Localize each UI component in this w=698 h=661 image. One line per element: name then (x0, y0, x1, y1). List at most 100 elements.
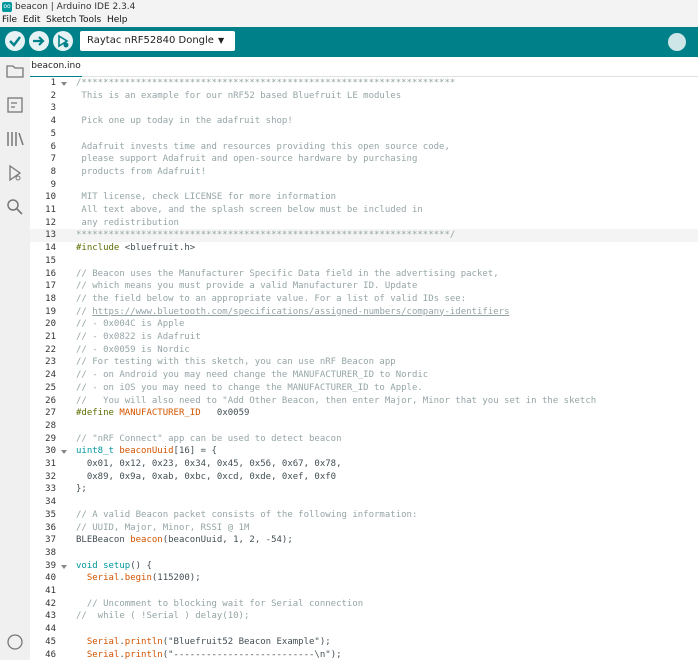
code-line[interactable]: 13**************************************… (30, 229, 698, 242)
code-token: // Beacon uses the Manufacturer Specific… (76, 269, 499, 279)
code-line[interactable]: 46 Serial.println("---------------------… (30, 649, 698, 661)
sketchbook-folder-icon[interactable] (5, 61, 25, 81)
code-token: // For testing with this sketch, you can… (76, 357, 396, 367)
upload-button[interactable] (29, 31, 49, 51)
code-line[interactable]: 35// A valid Beacon packet consists of t… (30, 509, 698, 522)
code-line[interactable]: 34 (30, 496, 698, 509)
code-line[interactable]: 4 Pick one up today in the adafruit shop… (30, 115, 698, 128)
code-line[interactable]: 16// Beacon uses the Manufacturer Specif… (30, 268, 698, 281)
code-line[interactable]: 25// - on iOS you may need to change the… (30, 382, 698, 395)
code-token: // - 0x0822 is Adafruit (76, 332, 201, 342)
code-line[interactable]: 40 Serial.begin(115200); (30, 572, 698, 585)
code-line[interactable]: 22// - 0x0059 is Nordic (30, 344, 698, 357)
code-line[interactable]: 20// - 0x004C is Apple (30, 318, 698, 331)
code-line[interactable]: 27#define MANUFACTURER_ID 0x0059 (30, 407, 698, 420)
code-token (76, 637, 87, 647)
code-text: // https://www.bluetooth.com/specificati… (76, 306, 510, 319)
code-token: // - on Android you may need change the … (76, 370, 428, 380)
serial-monitor-button[interactable] (668, 33, 686, 51)
code-text: uint8_t beaconUuid[16] = { (76, 445, 217, 458)
code-line[interactable]: 43// while ( !Serial ) delay(10); (30, 610, 698, 623)
code-line[interactable]: 38 (30, 547, 698, 560)
code-line[interactable]: 23 // For testing with this sketch, you c… (30, 356, 698, 369)
code-token[interactable]: https://www.bluetooth.com/specifications… (92, 307, 509, 317)
code-text: // - 0x0059 is Nordic (76, 344, 190, 357)
fold-chevron-icon[interactable] (61, 82, 67, 86)
code-line[interactable]: 28 (30, 420, 698, 433)
code-line[interactable]: 36// UUID, Major, Minor, RSSI @ 1M (30, 522, 698, 535)
code-line[interactable]: 21 // - 0x0822 is Adafruit (30, 331, 698, 344)
code-line[interactable]: 18// the field below to an appropriate v… (30, 293, 698, 306)
code-token: () { (130, 561, 152, 571)
editor-tab-bar: beacon.ino (30, 57, 698, 77)
code-line[interactable]: 1/**************************************… (30, 77, 698, 90)
code-line[interactable]: 42 // Uncomment to blocking wait for Ser… (30, 598, 698, 611)
tab-beacon-ino[interactable]: beacon.ino (30, 57, 82, 78)
code-line[interactable]: 39void setup() { (30, 560, 698, 573)
code-token: All text above, and the splash screen be… (76, 205, 423, 215)
menu-edit[interactable]: Edit (23, 14, 40, 27)
menu-file[interactable]: File (2, 14, 17, 27)
code-line[interactable]: 44 (30, 623, 698, 636)
code-line[interactable]: 12 any redistribution (30, 217, 698, 230)
code-line[interactable]: 14#include <bluefruit.h> (30, 242, 698, 255)
code-line[interactable]: 7 please support Adafruit and open-sourc… (30, 153, 698, 166)
code-text: #include <bluefruit.h> (76, 242, 195, 255)
code-line[interactable]: 2 This is an example for our nRF52 based… (30, 90, 698, 103)
code-editor[interactable]: 1/**************************************… (30, 77, 698, 660)
code-line[interactable]: 41 (30, 585, 698, 598)
line-number: 23 (30, 356, 56, 369)
code-token: setup (103, 561, 130, 571)
code-line[interactable]: 9 (30, 179, 698, 192)
account-icon[interactable] (5, 632, 25, 652)
code-line[interactable]: 5 (30, 128, 698, 141)
code-line[interactable]: 17// which means you must provide a vali… (30, 280, 698, 293)
code-token: println (125, 637, 163, 647)
debug-button[interactable] (53, 31, 73, 51)
line-number: 43 (30, 610, 56, 623)
line-number: 4 (30, 115, 56, 128)
code-line[interactable]: 45 Serial.println("Bluefruit52 Beacon Ex… (30, 636, 698, 649)
menu-tools[interactable]: Tools (79, 14, 101, 27)
code-line[interactable]: 11 All text above, and the splash screen… (30, 204, 698, 217)
code-line[interactable]: 32 0x89, 0x9a, 0xab, 0xbc, 0xcd, 0xde, 0… (30, 471, 698, 484)
library-manager-icon[interactable] (5, 129, 25, 149)
verify-button[interactable] (5, 31, 25, 51)
code-line[interactable]: 26// You will also need to "Add Other Be… (30, 395, 698, 408)
window-title: beacon | Arduino IDE 2.3.4 (15, 0, 135, 14)
fold-chevron-icon[interactable] (61, 450, 67, 454)
menu-help[interactable]: Help (107, 14, 128, 27)
code-line[interactable]: 31 0x01, 0x12, 0x23, 0x34, 0x45, 0x56, 0… (30, 458, 698, 471)
code-line[interactable]: 33}; (30, 483, 698, 496)
code-line[interactable]: 3 (30, 102, 698, 115)
line-number: 5 (30, 128, 56, 141)
debug-sidebar-icon[interactable] (5, 163, 25, 183)
code-line[interactable]: 6 Adafruit invests time and resources pr… (30, 141, 698, 154)
line-number: 37 (30, 534, 56, 547)
line-number: 1 (30, 77, 56, 90)
board-selector[interactable]: Raytac nRF52840 Dongle ▼ (80, 31, 235, 51)
code-line[interactable]: 24// - on Android you may need change th… (30, 369, 698, 382)
code-token: uint8_t (76, 446, 119, 456)
code-line[interactable]: 15 (30, 255, 698, 268)
code-line[interactable]: 30uint8_t beaconUuid[16] = { (30, 445, 698, 458)
menu-sketch[interactable]: Sketch (46, 14, 76, 27)
code-line[interactable]: 8 products from Adafruit! (30, 166, 698, 179)
arduino-app-icon: oo (2, 2, 12, 12)
line-number: 27 (30, 407, 56, 420)
code-text: // You will also need to "Add Other Beac… (76, 395, 596, 408)
code-line[interactable]: 37 BLEBeacon beacon(beaconUuid, 1, 2, -54… (30, 534, 698, 547)
search-icon[interactable] (5, 197, 25, 217)
code-text: BLEBeacon beacon(beaconUuid, 1, 2, -54); (76, 534, 293, 547)
line-number: 21 (30, 331, 56, 344)
code-line[interactable]: 10 MIT license, check LICENSE for more i… (30, 191, 698, 204)
fold-chevron-icon[interactable] (61, 565, 67, 569)
code-text: // - 0x0822 is Adafruit (76, 331, 201, 344)
boards-manager-icon[interactable] (5, 95, 25, 115)
code-text: // UUID, Major, Minor, RSSI @ 1M (76, 522, 249, 535)
code-line[interactable]: 19// https://www.bluetooth.com/specifica… (30, 306, 698, 319)
code-text: 0x01, 0x12, 0x23, 0x34, 0x45, 0x56, 0x67… (76, 458, 342, 471)
code-text: Adafruit invests time and resources prov… (76, 141, 450, 154)
code-line[interactable]: 29// "nRF Connect" app can be used to de… (30, 433, 698, 446)
code-text: any redistribution (76, 217, 179, 230)
